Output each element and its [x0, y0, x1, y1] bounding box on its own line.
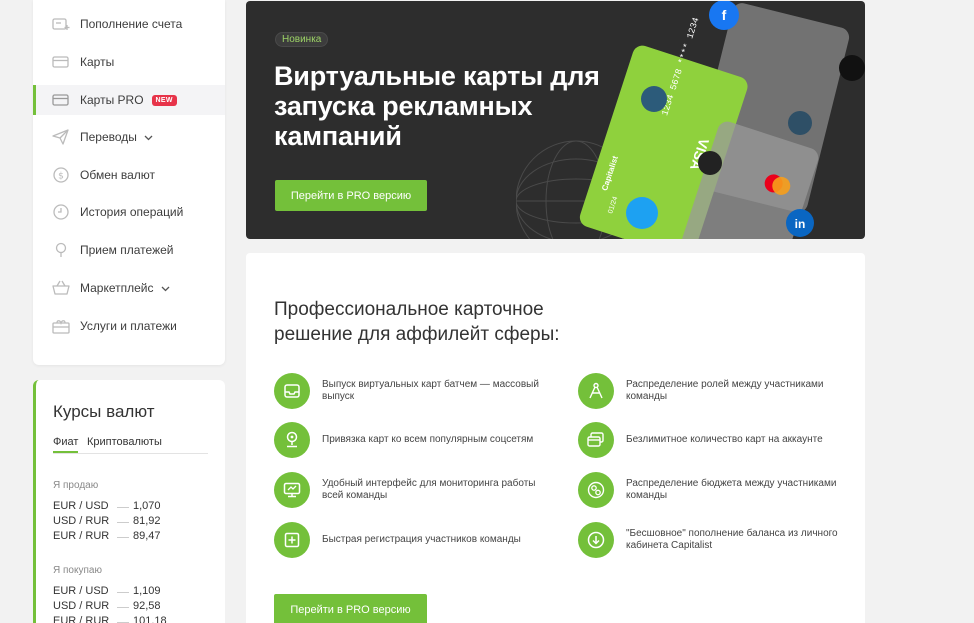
feature-text: Выпуск виртуальных карт батчем — массовы…: [322, 379, 539, 402]
inbox-tray-icon: [274, 373, 310, 409]
sidebar-item-label: Пополнение счета: [80, 17, 183, 31]
buy-label: Я покупаю: [53, 565, 102, 576]
go-pro-button-bottom[interactable]: Перейти в PRO версию: [274, 594, 427, 623]
feature-item: Распределение бюджета между участниками …: [578, 470, 848, 510]
sidebar-item-label: История операций: [80, 205, 184, 219]
svg-text:$: $: [58, 172, 64, 182]
tab-crypto[interactable]: Криптовалюты: [87, 436, 162, 448]
sidebar-item-label: Прием платежей: [80, 243, 174, 257]
rate-pair: EUR / RUR: [53, 530, 110, 542]
rate-row: EUR / USD 1,109: [53, 585, 213, 599]
feature-text: Привязка карт ко всем популярным соцсетя…: [322, 434, 534, 445]
feature-text: Распределение бюджета между участниками …: [626, 478, 837, 501]
sidebar-item-services[interactable]: Услуги и платежи: [33, 311, 225, 341]
sidebar-item-label: Карты: [80, 55, 115, 69]
sidebar-item-label: Обмен валют: [80, 168, 155, 182]
card-icon: [52, 53, 70, 71]
sidebar-item-label: Карты PRO: [80, 93, 144, 107]
sidebar-item-cards[interactable]: Карты: [33, 47, 225, 77]
rates-title: Курсы валют: [53, 402, 155, 421]
new-badge: NEW: [151, 94, 177, 106]
svg-text:f: f: [722, 7, 727, 23]
rate-pair: USD / RUR: [53, 515, 110, 527]
plus-square-icon: [274, 522, 310, 558]
feature-item: Привязка карт ко всем популярным соцсетя…: [274, 420, 544, 460]
cards-illustration: VISA 1234 5678 **** 1234 01/24 Capitalis…: [516, 1, 865, 239]
sell-label: Я продаю: [53, 480, 99, 491]
tab-fiat[interactable]: Фиат: [53, 436, 79, 453]
sidebar-item-label: Переводы: [80, 130, 137, 144]
feature-item: Быстрая регистрация участников команды: [274, 520, 544, 560]
feature-text: Быстрая регистрация участников команды: [322, 534, 521, 545]
coins-circle-icon: [578, 472, 614, 508]
sidebar-item-marketplace[interactable]: Маркетплейс: [33, 273, 225, 303]
basket-icon: [52, 279, 70, 297]
sidebar-item-cards-pro[interactable]: Карты PRO NEW: [33, 85, 225, 115]
pin-icon: [52, 241, 70, 259]
rate-row: EUR / RUR 101,18: [53, 615, 213, 623]
sidebar-item-label: Маркетплейс: [80, 281, 154, 295]
feature-text: Распределение ролей между участниками ко…: [626, 379, 824, 402]
rate-row: USD / RUR 81,92: [53, 515, 213, 529]
sidebar-item-topup[interactable]: Пополнение счета: [33, 9, 225, 39]
rate-row: USD / RUR 92,58: [53, 600, 213, 614]
rate-value: 1,070: [133, 500, 161, 512]
send-icon: [52, 128, 70, 146]
rate-pair: EUR / USD: [53, 585, 109, 597]
rate-value: 92,58: [133, 600, 161, 612]
go-pro-button[interactable]: Перейти в PRO версию: [275, 180, 427, 211]
location-pin-icon: [274, 422, 310, 458]
cards-stack-icon: [578, 422, 614, 458]
download-circle-icon: [578, 522, 614, 558]
rate-value: 89,47: [133, 530, 161, 542]
dollar-circle-icon: $: [52, 166, 70, 184]
sidebar-nav: Пополнение счета Карты Карты PRO NEW Пер…: [33, 0, 225, 365]
new-tag: Новинка: [275, 32, 329, 47]
feature-item: Выпуск виртуальных карт батчем — массовы…: [274, 371, 544, 411]
wallet-plus-icon: [52, 15, 70, 33]
rate-row: EUR / RUR 89,47: [53, 530, 213, 544]
gift-icon: [52, 317, 70, 335]
feature-item: Удобный интерфейс для мониторинга работы…: [274, 470, 544, 510]
features-title: Профессиональное карточное решение для а…: [274, 299, 560, 345]
promo-banner: Новинка Виртуальные карты для запуска ре…: [246, 1, 865, 239]
feature-item: Распределение ролей между участниками ко…: [578, 371, 848, 411]
rate-value: 81,92: [133, 515, 161, 527]
currency-rates-card: Курсы валют Фиат Криптовалюты Я продаю E…: [33, 380, 225, 623]
rate-pair: USD / RUR: [53, 600, 110, 612]
sidebar-item-exchange[interactable]: $ Обмен валют: [33, 160, 225, 190]
rate-value: 101,18: [133, 615, 167, 623]
feature-text: "Бесшовное" пополнение баланса из личног…: [626, 528, 838, 551]
features-card: Профессиональное карточное решение для а…: [246, 253, 865, 623]
card-pro-icon: [52, 91, 70, 109]
compass-icon: [578, 373, 614, 409]
feature-text: Удобный интерфейс для мониторинга работы…: [322, 478, 536, 501]
rate-row: EUR / USD 1,070: [53, 500, 213, 514]
feature-text: Безлимитное количество карт на аккаунте: [626, 434, 823, 445]
sidebar-item-payments[interactable]: Прием платежей: [33, 235, 225, 265]
chevron-down-icon: [161, 281, 170, 295]
feature-item: Безлимитное количество карт на аккаунте: [578, 420, 848, 460]
feature-item: "Бесшовное" пополнение баланса из личног…: [578, 520, 848, 560]
sidebar-item-transfers[interactable]: Переводы: [33, 122, 225, 152]
monitor-icon: [274, 472, 310, 508]
sidebar-item-label: Услуги и платежи: [80, 319, 177, 333]
rate-pair: EUR / USD: [53, 500, 109, 512]
svg-text:in: in: [795, 217, 806, 231]
rate-value: 1,109: [133, 585, 161, 597]
rate-pair: EUR / RUR: [53, 615, 110, 623]
clock-icon: [52, 203, 70, 221]
chevron-down-icon: [144, 130, 153, 144]
rates-tabs: Фиат Криптовалюты: [53, 436, 208, 454]
sidebar-item-history[interactable]: История операций: [33, 197, 225, 227]
